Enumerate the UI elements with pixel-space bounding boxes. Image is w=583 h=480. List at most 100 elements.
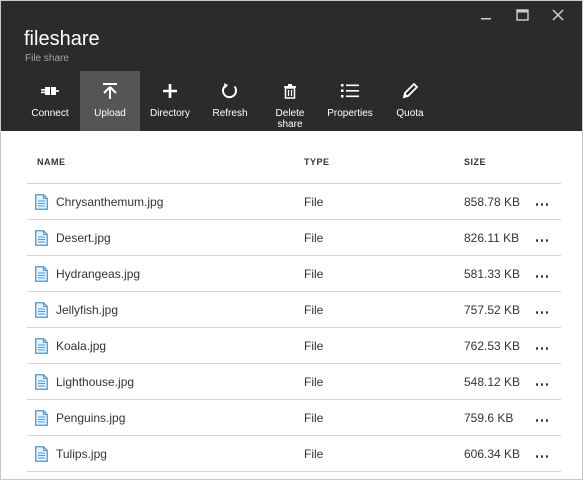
column-header-type[interactable]: TYPE [304, 157, 330, 167]
file-name: Tulips.jpg [56, 447, 107, 461]
ellipsis-dot [546, 310, 549, 314]
refresh-label: Refresh [212, 108, 248, 119]
file-name-cell: Jellyfish.jpg [35, 302, 118, 318]
file-size: 826.11 KB [464, 231, 520, 245]
ellipsis-dot [546, 202, 549, 206]
ellipsis-dot [540, 202, 544, 206]
ellipsis-dot [535, 346, 538, 350]
file-name: Lighthouse.jpg [56, 375, 135, 389]
delete-share-button[interactable]: Delete share [260, 71, 320, 131]
file-name: Desert.jpg [56, 231, 111, 245]
quota-button[interactable]: Quota [380, 71, 440, 131]
ellipsis-dot [546, 418, 549, 422]
file-name-cell: Chrysanthemum.jpg [35, 194, 163, 210]
file-type: File [304, 303, 324, 317]
file-icon [35, 374, 48, 390]
file-size: 858.78 KB [464, 195, 521, 209]
table-body: Chrysanthemum.jpg File 858.78 KB Desert.… [27, 184, 561, 472]
directory-button[interactable]: Directory [140, 71, 200, 131]
file-type: File [304, 339, 324, 353]
file-icon [35, 194, 48, 210]
ellipsis-dot [540, 310, 544, 314]
files-table: NAME TYPE SIZE Chrysanthemum.jpg File 85… [27, 149, 561, 472]
file-icon [35, 230, 48, 246]
file-icon [35, 338, 48, 354]
table-header: NAME TYPE SIZE [27, 149, 561, 184]
refresh-button[interactable]: Refresh [200, 71, 260, 131]
trash-icon [283, 81, 297, 101]
ellipsis-dot [546, 346, 549, 350]
table-row[interactable]: Lighthouse.jpg File 548.12 KB [27, 364, 561, 400]
file-name: Koala.jpg [56, 339, 107, 353]
table-row[interactable]: Chrysanthemum.jpg File 858.78 KB [27, 184, 561, 220]
quota-label: Quota [396, 108, 424, 119]
file-name-cell: Koala.jpg [35, 338, 106, 354]
more-options-button[interactable] [534, 379, 550, 389]
list-icon [341, 81, 359, 101]
file-type: File [304, 267, 324, 281]
ellipsis-dot [540, 274, 544, 278]
command-bar: Connect Upload Directory Refresh Delete … [20, 71, 440, 131]
more-options-button[interactable] [534, 235, 550, 245]
maximize-icon [515, 9, 529, 21]
table-row[interactable]: Penguins.jpg File 759.6 KB [27, 400, 561, 436]
ellipsis-dot [546, 274, 549, 278]
ellipsis-dot [546, 238, 549, 242]
directory-label: Directory [149, 108, 190, 119]
blade-subtitle: File share [25, 53, 69, 64]
file-size: 581.33 KB [464, 267, 521, 281]
file-size: 762.53 KB [464, 339, 521, 353]
ellipsis-dot [540, 238, 544, 242]
properties-button[interactable]: Properties [320, 71, 380, 131]
connect-label: Connect [31, 108, 69, 119]
maximize-button[interactable] [504, 3, 540, 27]
delete-share-label: Delete share [275, 108, 305, 130]
file-name: Jellyfish.jpg [56, 303, 119, 317]
file-icon [35, 302, 48, 318]
table-row[interactable]: Hydrangeas.jpg File 581.33 KB [27, 256, 561, 292]
upload-button[interactable]: Upload [80, 71, 140, 131]
file-type: File [304, 375, 324, 389]
close-button[interactable] [540, 3, 576, 27]
connect-plug-icon [40, 81, 60, 101]
close-icon [552, 9, 564, 21]
ellipsis-dot [546, 454, 549, 458]
file-name-cell: Penguins.jpg [35, 410, 125, 426]
ellipsis-dot [546, 382, 549, 386]
minimize-button[interactable] [468, 3, 504, 27]
minimize-icon [481, 18, 491, 20]
column-header-size[interactable]: SIZE [464, 157, 486, 167]
file-type: File [304, 447, 324, 461]
file-name-cell: Tulips.jpg [35, 446, 107, 462]
properties-label: Properties [327, 108, 373, 119]
file-name: Hydrangeas.jpg [56, 267, 141, 281]
ellipsis-dot [535, 202, 538, 206]
ellipsis-dot [535, 454, 538, 458]
ellipsis-dot [535, 310, 538, 314]
more-options-button[interactable] [534, 415, 550, 425]
file-share-blade: fileshare File share Connect Upload Dire… [0, 0, 583, 480]
more-options-button[interactable] [534, 451, 550, 461]
file-name: Chrysanthemum.jpg [56, 195, 164, 209]
file-type: File [304, 231, 324, 245]
column-header-name[interactable]: NAME [37, 157, 66, 167]
ellipsis-dot [535, 382, 538, 386]
blade-header: fileshare File share Connect Upload Dire… [1, 1, 582, 131]
more-options-button[interactable] [534, 307, 550, 317]
ellipsis-dot [540, 418, 544, 422]
table-row[interactable]: Jellyfish.jpg File 757.52 KB [27, 292, 561, 328]
table-row[interactable]: Koala.jpg File 762.53 KB [27, 328, 561, 364]
window-controls [468, 3, 576, 27]
table-row[interactable]: Desert.jpg File 826.11 KB [27, 220, 561, 256]
connect-button[interactable]: Connect [20, 71, 80, 131]
ellipsis-dot [540, 382, 544, 386]
more-options-button[interactable] [534, 199, 550, 209]
pencil-icon [401, 81, 419, 101]
more-options-button[interactable] [534, 343, 550, 353]
file-type: File [304, 195, 324, 209]
file-name-cell: Desert.jpg [35, 230, 111, 246]
file-name: Penguins.jpg [56, 411, 126, 425]
file-size: 548.12 KB [464, 375, 521, 389]
more-options-button[interactable] [534, 271, 550, 281]
table-row[interactable]: Tulips.jpg File 606.34 KB [27, 436, 561, 472]
